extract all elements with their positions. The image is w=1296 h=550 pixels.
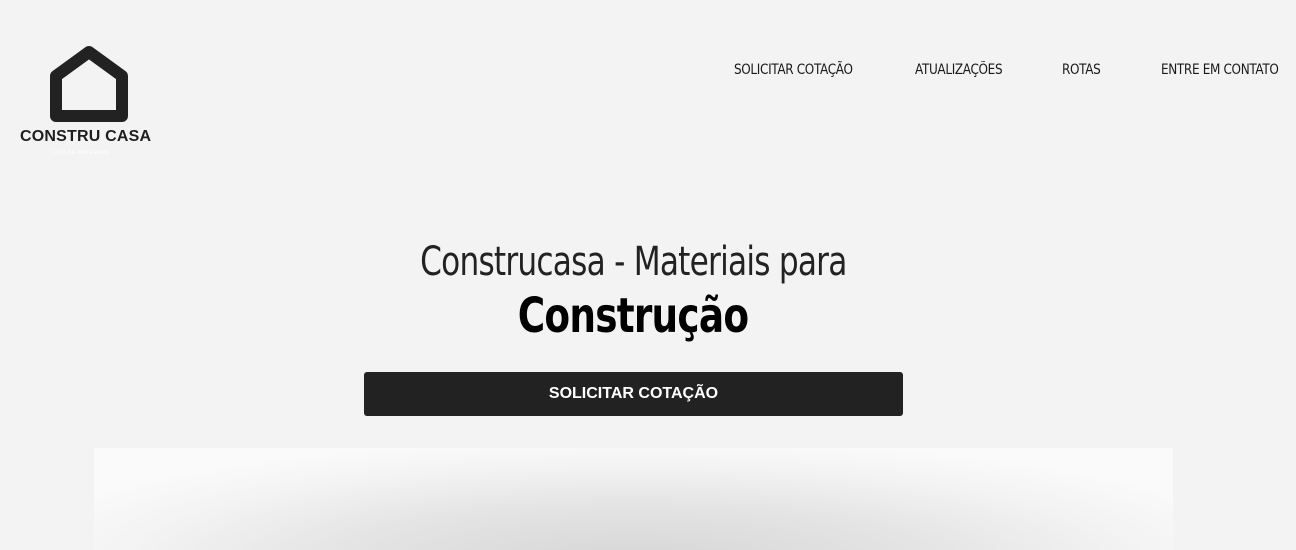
page: CONSTRU CASA LOJA DE MATERIAIS SOLICITAR… [0,0,1296,550]
request-quote-button[interactable]: SOLICITAR COTAÇÃO [364,372,903,416]
nav-item-atualizacoes[interactable]: ATUALIZAÇÕES [915,62,1003,78]
hero-title-line2: Construção [517,288,749,344]
nav-item-rotas[interactable]: ROTAS [1062,62,1101,78]
nav-item-solicitar-cotacao[interactable]: SOLICITAR COTAÇÃO [734,62,853,78]
brand-logo[interactable]: CONSTRU CASA LOJA DE MATERIAIS [18,46,162,158]
brand-tagline: LOJA DE MATERIAIS [52,150,110,156]
hero-title-line1: Construcasa - Materiais para [419,239,847,285]
brand-name: CONSTRU CASA [20,128,152,145]
house-icon [50,46,128,122]
hero-title: Construcasa - Materiais para Construção [0,236,1266,344]
hero-image [94,448,1173,550]
nav-item-entre-em-contato[interactable]: ENTRE EM CONTATO [1161,62,1279,78]
